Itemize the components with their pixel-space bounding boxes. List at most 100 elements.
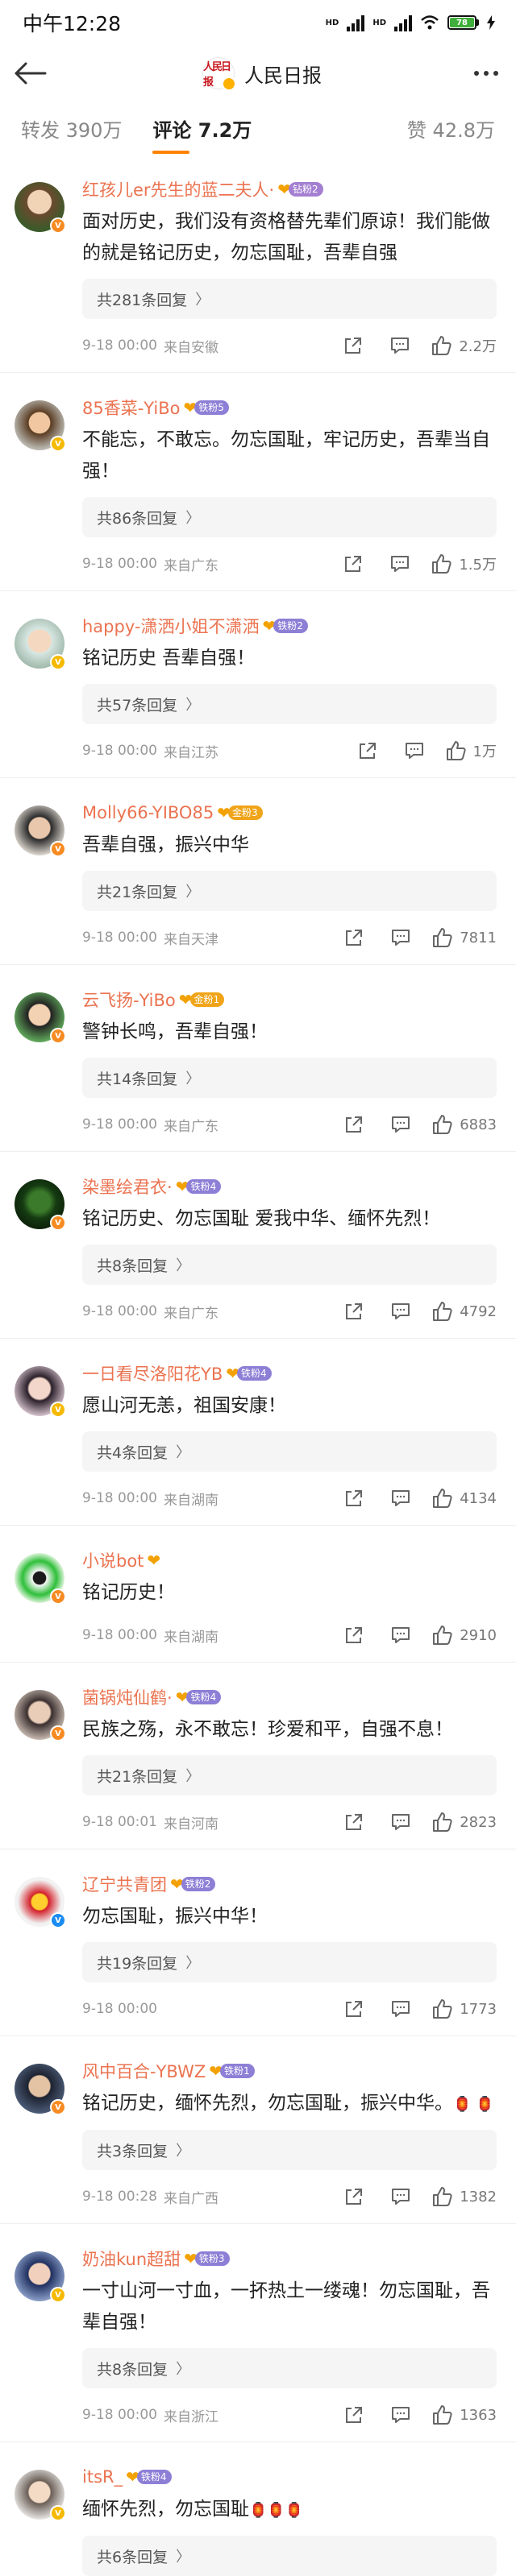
thumbs-up-icon <box>433 2187 452 2206</box>
share-button[interactable] <box>340 1621 368 1649</box>
replies-button[interactable]: 共21条回复〉 <box>82 871 497 911</box>
avatar[interactable]: V <box>15 1553 66 1605</box>
comment-date: 9-18 00:01 <box>82 1814 157 1830</box>
comment-author[interactable]: 红孩儿er先生的蓝二夫人· <box>82 177 274 201</box>
comment-author[interactable]: 奶油kun超甜 <box>82 2247 181 2271</box>
reply-button[interactable] <box>387 1485 414 1512</box>
reply-button[interactable] <box>387 2183 414 2210</box>
avatar[interactable]: V <box>15 1366 66 1418</box>
thumbs-up-icon <box>433 928 452 947</box>
comment-author[interactable]: 菌锅炖仙鹤· <box>82 1685 173 1709</box>
reply-button[interactable] <box>387 1111 414 1138</box>
replies-button[interactable]: 共8条回复〉 <box>82 2348 497 2388</box>
comment-author[interactable]: itsR_ <box>82 2467 123 2487</box>
avatar[interactable]: V <box>15 1179 66 1231</box>
share-button[interactable] <box>340 1111 368 1138</box>
reply-button[interactable] <box>386 332 414 359</box>
avatar[interactable]: V <box>15 182 66 234</box>
verified-badge-icon: V <box>50 1028 66 1044</box>
reply-button[interactable] <box>386 550 414 578</box>
thumbs-up-icon <box>433 2405 452 2425</box>
reply-button[interactable] <box>387 1621 414 1649</box>
replies-button[interactable]: 共86条回复〉 <box>82 497 497 537</box>
avatar[interactable]: V <box>15 992 66 1044</box>
reply-button[interactable] <box>401 737 428 764</box>
comment-location: 来自广东 <box>163 557 218 574</box>
replies-button[interactable]: 共8条回复〉 <box>82 1245 497 1285</box>
avatar[interactable]: V <box>15 1877 66 1928</box>
comment-author[interactable]: 染墨绘君衣· <box>82 1174 173 1199</box>
reply-button[interactable] <box>387 1808 414 1836</box>
comment-text: 勿忘国耻，振兴中华！ <box>82 1901 497 1932</box>
thumbs-up-icon <box>432 554 452 574</box>
like-button[interactable]: 4792 <box>432 1301 497 1322</box>
share-button[interactable] <box>339 332 367 359</box>
share-button[interactable] <box>340 1995 368 2023</box>
replies-button[interactable]: 共281条回复〉 <box>82 279 497 319</box>
like-button[interactable]: 1773 <box>432 1998 497 2019</box>
replies-button[interactable]: 共21条回复〉 <box>82 1755 497 1795</box>
share-button[interactable] <box>340 1298 368 1325</box>
share-button[interactable] <box>340 2183 368 2210</box>
like-button[interactable]: 1.5万 <box>431 553 497 574</box>
comment-author[interactable]: happy-潇洒小姐不潇洒 <box>82 614 259 638</box>
more-icon[interactable] <box>474 71 498 76</box>
avatar[interactable]: V <box>15 2251 66 2303</box>
replies-button[interactable]: 共6条回复〉 <box>82 2536 497 2576</box>
share-button[interactable] <box>340 1808 368 1836</box>
like-button[interactable]: 4134 <box>432 1488 497 1509</box>
share-button[interactable] <box>340 924 368 951</box>
replies-button[interactable]: 共19条回复〉 <box>82 1942 497 1982</box>
replies-button[interactable]: 共4条回复〉 <box>82 1431 497 1472</box>
account-header[interactable]: 人民日报 人民日报 <box>202 57 322 91</box>
comment-author[interactable]: 小说bot <box>82 1548 144 1572</box>
avatar[interactable]: V <box>15 400 66 452</box>
share-button[interactable] <box>339 550 367 578</box>
thumbs-up-icon <box>446 741 466 760</box>
replies-button[interactable]: 共57条回复〉 <box>82 684 497 724</box>
back-button[interactable] <box>15 56 50 91</box>
comment-author[interactable]: 一日看尽洛阳花YB <box>82 1361 223 1385</box>
replies-button[interactable]: 共14条回复〉 <box>82 1058 497 1098</box>
status-bar: 中午12:28 HD HD 78 <box>0 0 516 45</box>
comment-author[interactable]: 85香菜-YiBo <box>82 396 180 420</box>
comment-icon <box>392 930 410 946</box>
network-type-label: HD <box>325 18 339 27</box>
tab-likes[interactable]: 赞 42.8万 <box>407 114 495 143</box>
tab-reposts[interactable]: 转发 390万 <box>21 114 122 143</box>
share-button[interactable] <box>340 2401 368 2429</box>
fan-level-label: 金粉1 <box>189 992 225 1007</box>
reply-button[interactable] <box>387 924 414 951</box>
chevron-right-icon: 〉 <box>185 884 201 901</box>
reply-button[interactable] <box>387 2401 414 2429</box>
like-button[interactable]: 1382 <box>432 2186 497 2207</box>
comment-item: V Molly66-YIBO85 ❤ 金粉3 吾辈自强，振兴中华 共21条回复〉 … <box>0 777 516 964</box>
comment-author[interactable]: Molly66-YIBO85 <box>82 803 214 822</box>
like-button[interactable]: 2910 <box>432 1625 497 1646</box>
tab-comments[interactable]: 评论 7.2万 <box>152 114 252 154</box>
reply-button[interactable] <box>387 1995 414 2023</box>
like-button[interactable]: 7811 <box>432 927 497 948</box>
like-button[interactable]: 1万 <box>446 740 497 761</box>
like-button[interactable]: 1363 <box>432 2404 497 2425</box>
like-count: 4134 <box>460 1489 497 1507</box>
avatar[interactable]: V <box>15 2064 66 2115</box>
status-time: 中午12:28 <box>23 12 122 35</box>
share-button[interactable] <box>340 1485 368 1512</box>
avatar[interactable]: V <box>15 806 66 857</box>
fan-badge: ❤ 钻粉2 <box>277 181 323 197</box>
signal-icon <box>347 14 365 31</box>
replies-button[interactable]: 共3条回复〉 <box>82 2130 497 2170</box>
avatar[interactable]: V <box>15 1690 66 1741</box>
like-button[interactable]: 2823 <box>432 1812 497 1833</box>
avatar[interactable]: V <box>15 619 66 670</box>
comment-author[interactable]: 云飞扬-YiBo <box>82 988 176 1012</box>
fan-badge: ❤ 铁粉4 <box>176 1689 222 1705</box>
like-button[interactable]: 2.2万 <box>431 335 497 356</box>
comment-author[interactable]: 风中百合-YBWZ <box>82 2059 206 2083</box>
comment-author[interactable]: 辽宁共青团 <box>82 1872 167 1896</box>
reply-button[interactable] <box>387 1298 414 1325</box>
avatar[interactable]: V <box>15 2470 66 2521</box>
share-button[interactable] <box>354 737 381 764</box>
like-button[interactable]: 6883 <box>432 1114 497 1135</box>
